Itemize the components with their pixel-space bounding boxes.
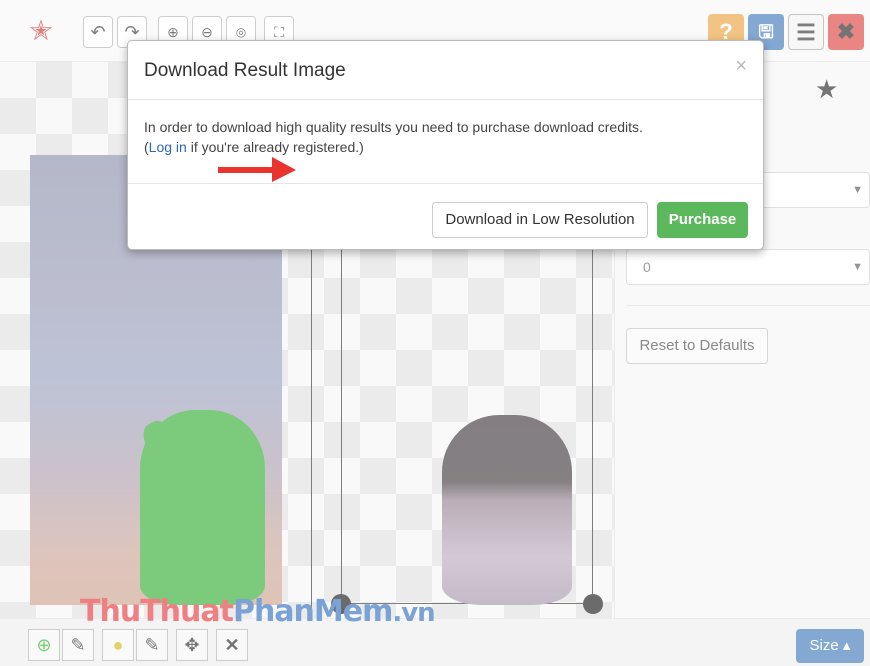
close-icon[interactable]: ×	[735, 55, 747, 78]
login-suffix: if you're already registered.)	[186, 139, 364, 155]
dialog-header: Download Result Image ×	[128, 41, 763, 100]
dialog-message: In order to download high quality result…	[144, 119, 643, 135]
arrow-annotation-icon	[218, 157, 296, 182]
login-link[interactable]: Log in	[149, 139, 187, 155]
purchase-button[interactable]: Purchase	[657, 202, 748, 238]
dialog-footer: Download in Low Resolution Purchase	[128, 183, 763, 251]
download-low-res-button[interactable]: Download in Low Resolution	[432, 202, 648, 238]
download-dialog: Download Result Image × In order to down…	[127, 40, 764, 250]
dialog-title: Download Result Image	[144, 60, 346, 81]
dialog-body: In order to download high quality result…	[144, 117, 643, 157]
